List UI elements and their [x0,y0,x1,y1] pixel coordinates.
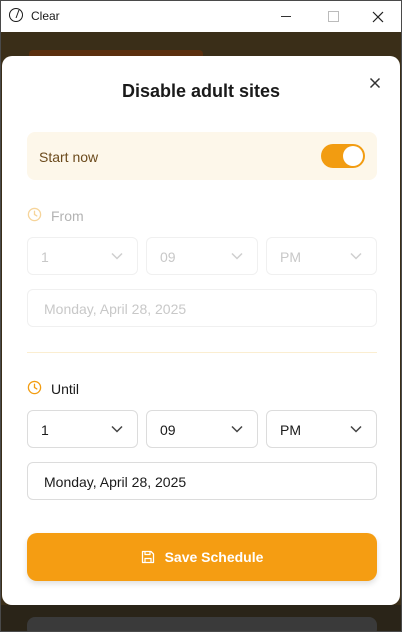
from-ampm-select[interactable]: PM [266,237,377,275]
clock-icon [27,207,42,222]
title-bar: Clear [1,1,401,32]
until-date-value: Monday, April 28, 2025 [44,474,187,490]
start-now-row: Start now [27,132,377,180]
from-ampm-value: PM [280,249,301,265]
save-schedule-button[interactable]: Save Schedule [27,533,377,581]
schedule-dialog: Disable adult sites Start now From 1 09 … [2,56,400,605]
background-card [27,617,377,631]
app-window: Clear Disable adult sites Start now From… [0,0,402,632]
chevron-down-icon [111,425,123,433]
chevron-down-icon [231,425,243,433]
from-label: From [51,208,84,224]
chevron-down-icon [231,252,243,260]
window-title: Clear [31,9,60,23]
from-hour-select[interactable]: 1 [27,237,138,275]
until-hour-value: 1 [41,422,49,438]
chevron-down-icon [350,425,362,433]
until-minute-value: 09 [160,422,176,438]
from-minute-select[interactable]: 09 [146,237,258,275]
chevron-down-icon [111,252,123,260]
maximize-icon [327,11,339,22]
save-icon [141,550,154,564]
close-icon [369,77,381,89]
window-close-button[interactable] [355,1,401,32]
section-divider [27,352,377,353]
start-now-label: Start now [39,149,99,165]
until-ampm-value: PM [280,422,301,438]
minimize-icon [281,16,291,17]
maximize-button[interactable] [310,1,356,32]
from-minute-value: 09 [160,249,176,265]
until-hour-select[interactable]: 1 [27,410,138,448]
dialog-title: Disable adult sites [121,81,281,101]
toggle-knob [343,146,363,166]
from-hour-value: 1 [41,249,49,265]
save-schedule-label: Save Schedule [164,549,264,565]
start-now-toggle[interactable] [321,144,365,168]
close-icon [372,11,384,22]
minimize-button[interactable] [263,1,309,32]
clock-icon [27,380,42,395]
clear-logo-icon [9,8,23,22]
until-label: Until [51,381,80,397]
until-minute-select[interactable]: 09 [146,410,258,448]
from-date-field[interactable]: Monday, April 28, 2025 [27,289,377,327]
until-ampm-select[interactable]: PM [266,410,377,448]
dialog-close-button[interactable] [369,76,383,90]
from-date-value: Monday, April 28, 2025 [44,301,187,317]
chevron-down-icon [350,252,362,260]
until-date-field[interactable]: Monday, April 28, 2025 [27,462,377,500]
